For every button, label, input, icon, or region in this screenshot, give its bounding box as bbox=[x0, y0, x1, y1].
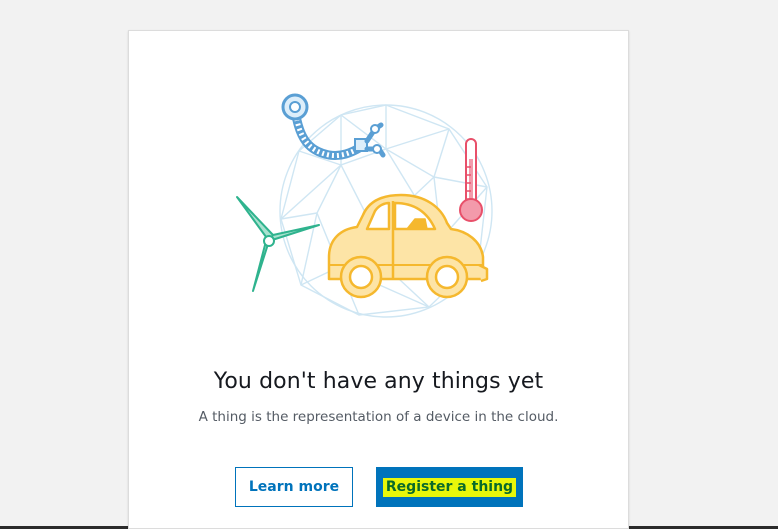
robot-arm-icon bbox=[281, 93, 386, 160]
register-thing-button[interactable]: Register a thing bbox=[376, 467, 523, 507]
empty-state-description: A thing is the representation of a devic… bbox=[198, 409, 559, 425]
empty-state-card: You don't have any things yet A thing is… bbox=[128, 30, 629, 529]
wind-turbine-icon bbox=[236, 196, 320, 292]
iot-devices-illustration bbox=[236, 93, 493, 318]
register-thing-label: Register a thing bbox=[382, 477, 517, 497]
learn-more-button[interactable]: Learn more bbox=[235, 467, 353, 507]
empty-state-title: You don't have any things yet bbox=[213, 369, 544, 394]
